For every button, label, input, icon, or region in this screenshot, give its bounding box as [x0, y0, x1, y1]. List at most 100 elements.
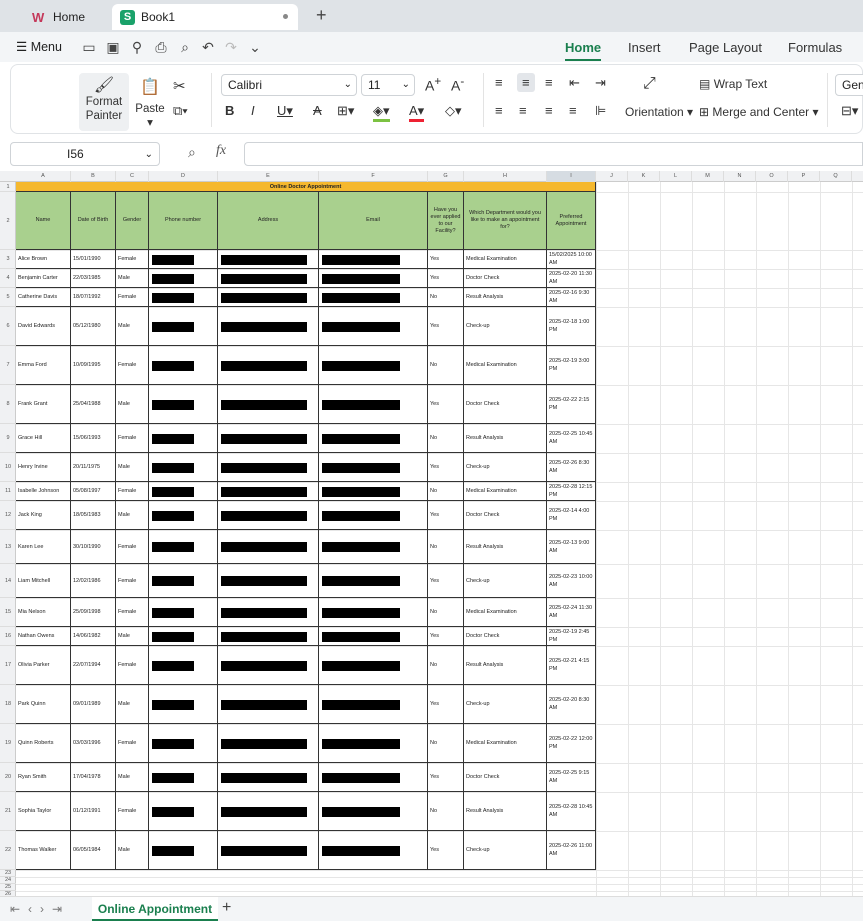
applied-cell[interactable]: Yes — [428, 269, 464, 288]
bold-icon[interactable]: B — [225, 103, 234, 118]
appointment-cell[interactable]: 2025-02-19 2:45 PM — [547, 627, 596, 646]
applied-cell[interactable]: Yes — [428, 763, 464, 792]
gender-cell[interactable]: Female — [116, 346, 149, 385]
name-cell[interactable]: Henry Irvine — [16, 453, 71, 482]
dob-cell[interactable]: 15/01/1990 — [71, 250, 116, 269]
applied-cell[interactable]: No — [428, 724, 464, 763]
column-header-k[interactable]: K — [628, 171, 660, 182]
row-header[interactable]: 14 — [0, 564, 16, 598]
appointment-cell[interactable]: 2025-02-28 12:15 PM — [547, 482, 596, 501]
department-cell[interactable]: Result Analysis — [464, 792, 547, 831]
applied-cell[interactable]: No — [428, 346, 464, 385]
dob-cell[interactable]: 18/07/1992 — [71, 288, 116, 307]
formula-input[interactable] — [244, 142, 863, 166]
row-header[interactable]: 6 — [0, 307, 16, 346]
header-cell[interactable]: Gender — [116, 192, 149, 250]
name-cell[interactable]: Karen Lee — [16, 530, 71, 564]
ribbon-tab-formulas[interactable]: Formulas — [788, 40, 842, 55]
zoom-search-icon[interactable]: ⌕ — [188, 144, 196, 161]
dob-cell[interactable]: 05/12/1980 — [71, 307, 116, 346]
name-cell[interactable]: Park Quinn — [16, 685, 71, 724]
appointment-cell[interactable]: 2025-02-25 10:45 AM — [547, 424, 596, 453]
decrease-indent-icon[interactable]: ⇤ — [569, 75, 580, 91]
column-header-e[interactable]: E — [218, 171, 319, 182]
open-folder-icon[interactable]: ▭ — [80, 38, 98, 56]
header-cell[interactable]: Phone number — [149, 192, 218, 250]
dob-cell[interactable]: 05/08/1997 — [71, 482, 116, 501]
save-icon[interactable]: ▣ — [104, 38, 122, 56]
name-cell[interactable]: Quinn Roberts — [16, 724, 71, 763]
paste-button[interactable]: 📋 Paste ▾ — [131, 77, 169, 129]
appointment-cell[interactable]: 2025-02-22 12:00 PM — [547, 724, 596, 763]
redo-icon[interactable]: ↷ — [222, 38, 240, 56]
dob-cell[interactable]: 22/03/1985 — [71, 269, 116, 288]
dob-cell[interactable]: 18/05/1983 — [71, 501, 116, 530]
applied-cell[interactable]: No — [428, 482, 464, 501]
applied-cell[interactable]: Yes — [428, 307, 464, 346]
row-header[interactable]: 16 — [0, 627, 16, 646]
applied-cell[interactable]: Yes — [428, 831, 464, 870]
name-cell[interactable]: Olivia Parker — [16, 646, 71, 685]
name-cell[interactable]: Jack King — [16, 501, 71, 530]
name-cell[interactable]: Grace Hill — [16, 424, 71, 453]
appointment-cell[interactable]: 2025-02-22 2:15 PM — [547, 385, 596, 424]
dob-cell[interactable]: 30/10/1990 — [71, 530, 116, 564]
column-header-g[interactable]: G — [428, 171, 464, 182]
name-cell[interactable]: Catherine Davis — [16, 288, 71, 307]
sheet-tab-online-appointment[interactable]: Online Appointment — [92, 897, 218, 921]
column-header-a[interactable]: A — [16, 171, 71, 182]
sheet-nav-arrows-icon[interactable]: ⇤‹›⇥ — [10, 902, 70, 916]
row-header[interactable]: 7 — [0, 346, 16, 385]
department-cell[interactable]: Check-up — [464, 685, 547, 724]
department-cell[interactable]: Medical Examination — [464, 724, 547, 763]
gender-cell[interactable]: Male — [116, 763, 149, 792]
department-cell[interactable]: Doctor Check — [464, 763, 547, 792]
name-cell[interactable]: Benjamin Carter — [16, 269, 71, 288]
gender-cell[interactable]: Male — [116, 385, 149, 424]
row-header[interactable]: 23 — [0, 870, 16, 877]
department-cell[interactable]: Result Analysis — [464, 530, 547, 564]
font-size-select[interactable]: 11 ⌄ — [361, 74, 415, 96]
column-header-d[interactable]: D — [149, 171, 218, 182]
decrease-font-icon[interactable]: A- — [451, 75, 464, 94]
name-cell[interactable]: Sophia Taylor — [16, 792, 71, 831]
applied-cell[interactable]: Yes — [428, 627, 464, 646]
column-header-p[interactable]: P — [788, 171, 820, 182]
align-center-icon[interactable]: ≡ — [519, 103, 527, 118]
distributed-icon[interactable]: ⊫ — [595, 103, 606, 119]
font-family-select[interactable]: Calibri ⌄ — [221, 74, 357, 96]
header-cell[interactable]: Email — [319, 192, 428, 250]
increase-font-icon[interactable]: A+ — [425, 75, 441, 94]
appointment-cell[interactable]: 2025-02-26 11:00 AM — [547, 831, 596, 870]
spreadsheet-grid[interactable]: ABCDEFGHIJKLMNOPQ 1 2 3 4 5 6 7 8 9 10 11 12 13 14 15 1… — [0, 171, 863, 896]
header-cell[interactable]: Which Department would you like to make … — [464, 192, 547, 250]
clear-format-icon[interactable]: ◇▾ — [445, 103, 462, 119]
column-header-b[interactable]: B — [71, 171, 116, 182]
fill-color-icon[interactable]: ◈▾ — [373, 103, 390, 122]
row-header[interactable]: 10 — [0, 453, 16, 482]
align-right-icon[interactable]: ≡ — [545, 103, 553, 118]
gender-cell[interactable]: Female — [116, 564, 149, 598]
appointment-cell[interactable]: 2025-02-19 3:00 PM — [547, 346, 596, 385]
dob-cell[interactable]: 10/09/1995 — [71, 346, 116, 385]
ribbon-tab-page-layout[interactable]: Page Layout — [689, 40, 762, 55]
applied-cell[interactable]: No — [428, 598, 464, 627]
column-header-l[interactable]: L — [660, 171, 692, 182]
gender-cell[interactable]: Female — [116, 424, 149, 453]
gender-cell[interactable]: Female — [116, 598, 149, 627]
appointment-cell[interactable]: 2025-02-21 4:15 PM — [547, 646, 596, 685]
row-header[interactable]: 1 — [0, 182, 16, 192]
orientation-button[interactable]: Orientation ▾ — [625, 105, 693, 119]
name-cell[interactable]: Thomas Walker — [16, 831, 71, 870]
header-cell[interactable]: Name — [16, 192, 71, 250]
row-header[interactable]: 12 — [0, 501, 16, 530]
row-header[interactable]: 9 — [0, 424, 16, 453]
tab-home[interactable]: W Home — [20, 4, 110, 30]
name-cell[interactable]: Frank Grant — [16, 385, 71, 424]
row-header[interactable]: 24 — [0, 877, 16, 884]
align-bottom-icon[interactable]: ≡ — [545, 75, 553, 90]
appointment-cell[interactable]: 2025-02-13 9:00 AM — [547, 530, 596, 564]
wrap-text-button[interactable]: ▤ Wrap Text — [699, 77, 767, 91]
justify-icon[interactable]: ≡ — [569, 103, 577, 118]
gender-cell[interactable]: Male — [116, 627, 149, 646]
